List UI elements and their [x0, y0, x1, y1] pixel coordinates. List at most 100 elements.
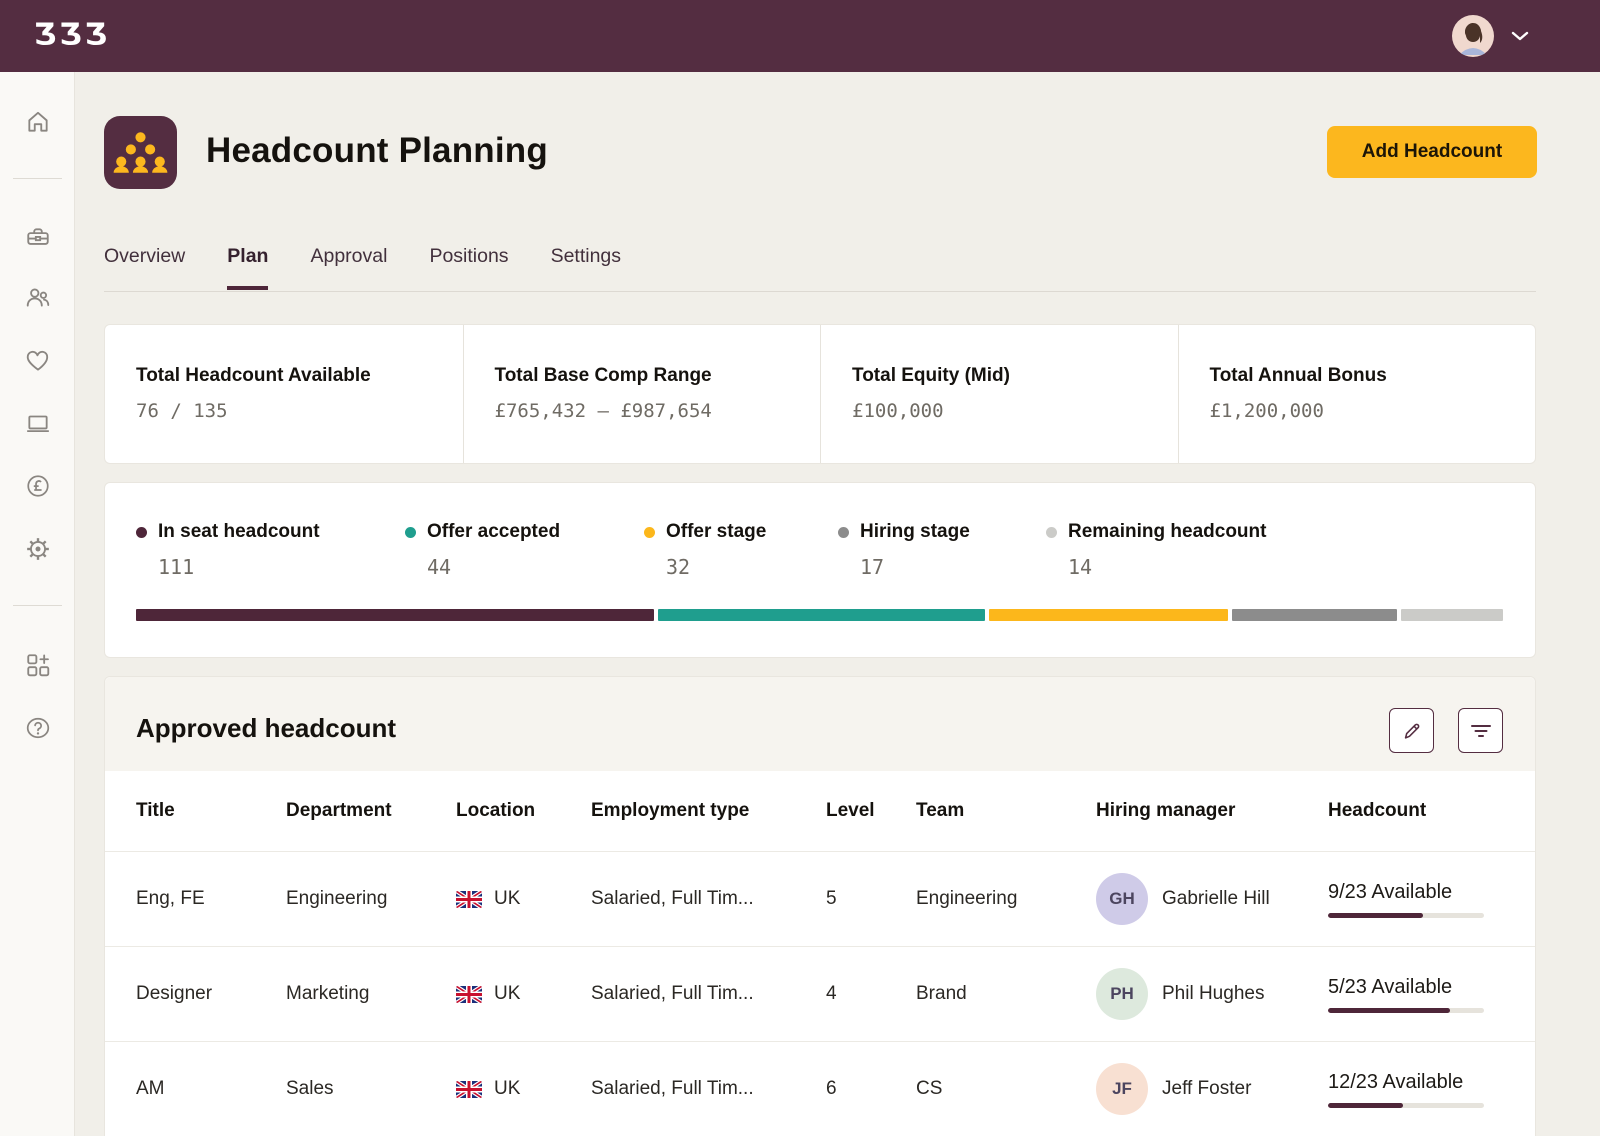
- user-avatar[interactable]: [1452, 15, 1494, 57]
- legend-dot: [838, 527, 849, 538]
- manager-avatar: GH: [1096, 873, 1148, 925]
- cell-title: Designer: [136, 983, 286, 1005]
- cell-employment-type: Salaried, Full Tim...: [591, 888, 826, 910]
- stat-label: Total Headcount Available: [136, 365, 463, 387]
- headcount-progress-fill: [1328, 1008, 1450, 1013]
- legend-label: Offer stage: [666, 521, 766, 543]
- stats-strip: Total Headcount Available 76 / 135 Total…: [104, 324, 1536, 464]
- table-row[interactable]: AM Sales UK Salaried, Full Tim... 6 CS: [105, 1041, 1535, 1136]
- laptop-icon[interactable]: [25, 410, 51, 436]
- cell-location: UK: [494, 888, 520, 910]
- col-headcount[interactable]: Headcount: [1328, 800, 1535, 822]
- cell-title: AM: [136, 1078, 286, 1100]
- pipeline-stacked-bar: [136, 609, 1506, 621]
- people-icon[interactable]: [25, 285, 51, 311]
- legend-offer-accepted: Offer accepted 44: [405, 521, 560, 579]
- apps-icon[interactable]: [25, 652, 51, 678]
- legend-label: In seat headcount: [158, 521, 320, 543]
- help-icon[interactable]: [25, 715, 51, 741]
- uk-flag-icon: [456, 891, 482, 908]
- legend-value: 32: [666, 555, 766, 579]
- edit-button[interactable]: [1389, 708, 1434, 753]
- stat-total-headcount: Total Headcount Available 76 / 135: [105, 325, 463, 463]
- headcount-availability: 9/23 Available: [1328, 881, 1535, 904]
- legend-value: 17: [860, 555, 970, 579]
- cell-level: 5: [826, 888, 916, 910]
- headcount-progress-fill: [1328, 913, 1423, 918]
- col-team[interactable]: Team: [916, 800, 1096, 822]
- sidebar-divider: [13, 178, 62, 179]
- cell-employment-type: Salaried, Full Tim...: [591, 983, 826, 1005]
- legend-dot: [644, 527, 655, 538]
- table-header-row: Title Department Location Employment typ…: [105, 771, 1535, 851]
- headcount-progress-fill: [1328, 1103, 1403, 1108]
- app-window: Headcount Planning Add Headcount Overvie…: [0, 0, 1600, 1136]
- cell-team: CS: [916, 1078, 1096, 1100]
- tab-bar: Overview Plan Approval Positions Setting…: [104, 245, 621, 290]
- legend-label: Remaining headcount: [1068, 521, 1266, 543]
- briefcase-icon[interactable]: [25, 225, 51, 251]
- cell-level: 4: [826, 983, 916, 1005]
- legend-value: 111: [158, 555, 320, 579]
- home-icon[interactable]: [25, 109, 51, 135]
- heart-icon[interactable]: [25, 348, 51, 374]
- tab-approval[interactable]: Approval: [310, 245, 387, 290]
- col-level[interactable]: Level: [826, 800, 916, 822]
- bar-segment-offer-accepted: [658, 609, 985, 621]
- cell-department: Sales: [286, 1078, 456, 1100]
- pound-coin-icon[interactable]: [25, 473, 51, 499]
- legend-remaining: Remaining headcount 14: [1046, 521, 1266, 579]
- stat-value: 76 / 135: [136, 400, 463, 422]
- headcount-progressbar: [1328, 1008, 1484, 1013]
- stat-label: Total Base Comp Range: [495, 365, 821, 387]
- cell-department: Engineering: [286, 888, 456, 910]
- tab-overview[interactable]: Overview: [104, 245, 185, 290]
- pencil-icon: [1401, 720, 1423, 742]
- chevron-down-icon[interactable]: [1511, 31, 1529, 41]
- headcount-availability: 12/23 Available: [1328, 1071, 1535, 1094]
- col-department[interactable]: Department: [286, 800, 456, 822]
- headcount-progressbar: [1328, 913, 1484, 918]
- legend-label: Offer accepted: [427, 521, 560, 543]
- filter-button[interactable]: [1458, 708, 1503, 753]
- cell-location: UK: [494, 1078, 520, 1100]
- col-title[interactable]: Title: [136, 800, 286, 822]
- bar-segment-hiring-stage: [1232, 609, 1398, 621]
- cell-manager: Phil Hughes: [1162, 983, 1264, 1005]
- col-employment-type[interactable]: Employment type: [591, 800, 826, 822]
- uk-flag-icon: [456, 986, 482, 1003]
- legend-label: Hiring stage: [860, 521, 970, 543]
- cell-employment-type: Salaried, Full Tim...: [591, 1078, 826, 1100]
- legend-offer-stage: Offer stage 32: [644, 521, 766, 579]
- stat-annual-bonus: Total Annual Bonus £1,200,000: [1178, 325, 1536, 463]
- sidebar: [0, 72, 75, 1136]
- stat-label: Total Equity (Mid): [852, 365, 1178, 387]
- add-headcount-button[interactable]: Add Headcount: [1327, 126, 1537, 178]
- tab-plan[interactable]: Plan: [227, 245, 268, 290]
- page-title: Headcount Planning: [206, 131, 548, 171]
- manager-avatar: JF: [1096, 1063, 1148, 1115]
- stat-label: Total Annual Bonus: [1210, 365, 1536, 387]
- table-row[interactable]: Eng, FE Engineering UK Salaried, Full Ti…: [105, 851, 1535, 946]
- legend-hiring-stage: Hiring stage 17: [838, 521, 970, 579]
- stat-base-comp: Total Base Comp Range £765,432 – £987,65…: [463, 325, 821, 463]
- bar-segment-remaining: [1401, 609, 1502, 621]
- cell-department: Marketing: [286, 983, 456, 1005]
- tab-settings[interactable]: Settings: [551, 245, 621, 290]
- tab-positions[interactable]: Positions: [429, 245, 508, 290]
- table-header-band: Approved headcount: [105, 677, 1535, 771]
- approved-headcount-card: Approved headcount Title Department Loca…: [104, 676, 1536, 1136]
- stat-value: £100,000: [852, 400, 1178, 422]
- stat-equity: Total Equity (Mid) £100,000: [820, 325, 1178, 463]
- bar-segment-offer-stage: [989, 609, 1227, 621]
- col-hiring-manager[interactable]: Hiring manager: [1096, 800, 1328, 822]
- stat-value: £1,200,000: [1210, 400, 1536, 422]
- col-location[interactable]: Location: [456, 800, 591, 822]
- topbar: [0, 0, 1600, 72]
- manager-avatar: PH: [1096, 968, 1148, 1020]
- legend-dot: [136, 527, 147, 538]
- legend-dot: [1046, 527, 1057, 538]
- rippling-logo[interactable]: [34, 17, 110, 51]
- table-row[interactable]: Designer Marketing UK Salaried, Full Tim…: [105, 946, 1535, 1041]
- gear-icon[interactable]: [25, 536, 51, 562]
